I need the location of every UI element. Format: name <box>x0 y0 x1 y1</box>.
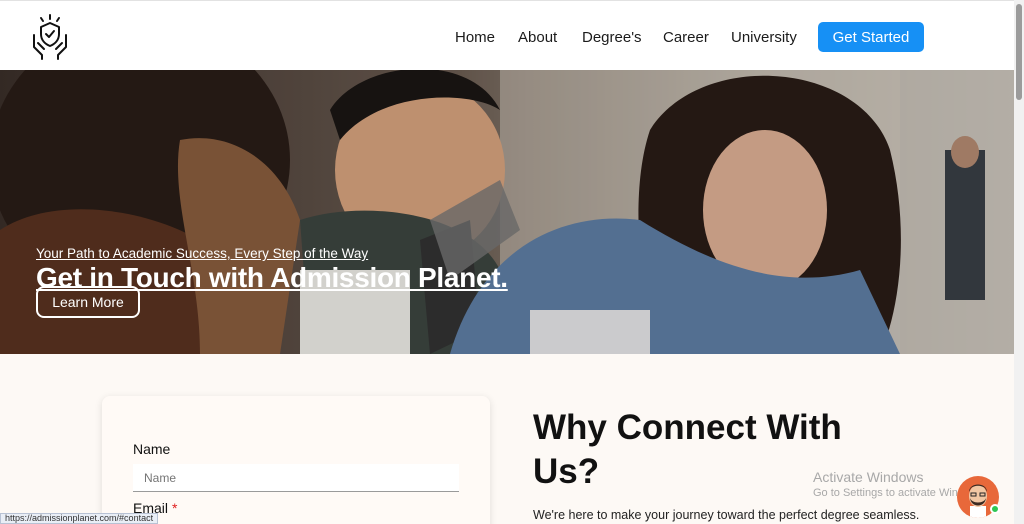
logo-shield-hands-icon[interactable] <box>30 13 70 61</box>
name-label: Name <box>133 441 170 457</box>
activate-windows-title: Activate Windows <box>813 469 924 485</box>
status-url: https://admissionplanet.com/#contact <box>0 513 159 524</box>
name-label-text: Name <box>133 441 171 457</box>
get-started-button[interactable]: Get Started <box>818 22 924 52</box>
nav-home-link[interactable]: Home <box>455 29 495 46</box>
nav-career-link[interactable]: Career <box>663 29 709 46</box>
nav-about-link[interactable]: About <box>518 29 557 46</box>
site-header: Home About Degree's Career University Ge… <box>0 0 1014 70</box>
scrollbar-thumb[interactable] <box>1016 4 1022 100</box>
online-status-dot <box>990 504 1000 514</box>
contact-form-card: Name Email* <box>102 396 490 524</box>
hero-subtitle: Your Path to Academic Success, Every Ste… <box>36 246 369 261</box>
page-scrollbar[interactable] <box>1014 0 1024 524</box>
why-connect-text: We're here to make your journey toward t… <box>533 508 920 522</box>
required-mark: * <box>172 500 178 516</box>
hero-banner: Get in Touch with Admission Planet. Your… <box>0 70 1014 354</box>
nav-university-link[interactable]: University <box>731 29 797 46</box>
name-input[interactable] <box>133 464 459 492</box>
learn-more-button[interactable]: Learn More <box>36 286 140 318</box>
nav-degrees-link[interactable]: Degree's <box>582 29 642 46</box>
hero-students-photo <box>0 70 1014 354</box>
